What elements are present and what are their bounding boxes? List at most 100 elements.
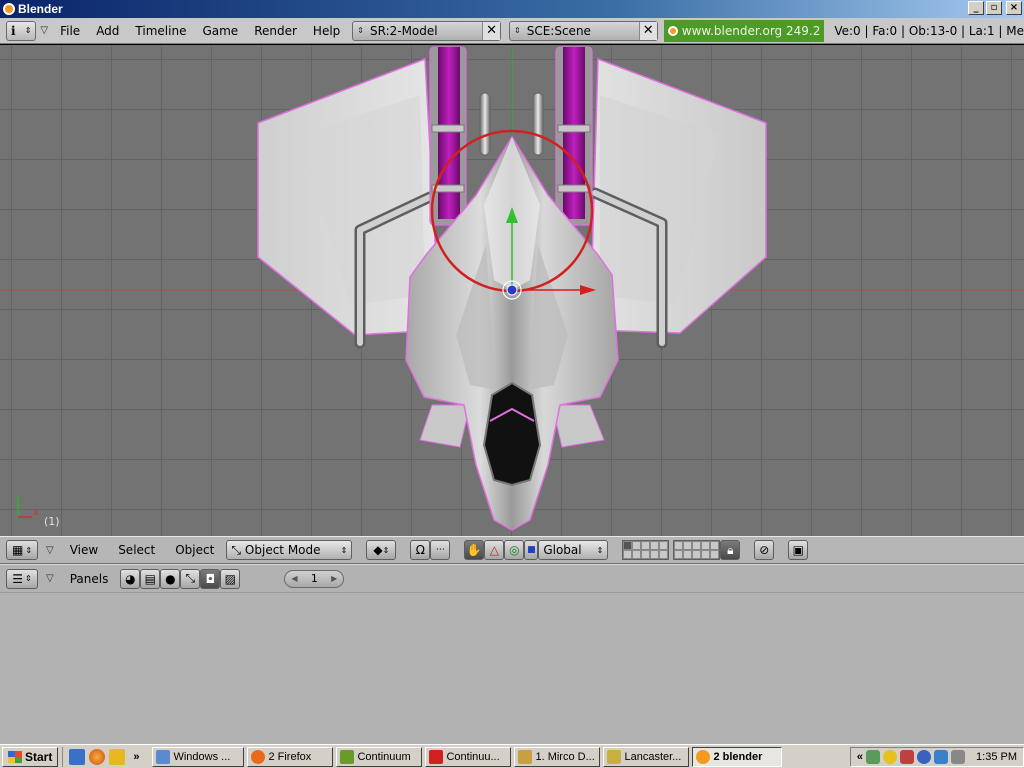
show-desktop-icon[interactable] bbox=[69, 748, 86, 765]
layer-buttons-right[interactable] bbox=[673, 540, 721, 560]
task-label: Lancaster... bbox=[624, 750, 682, 763]
info-window-type-button[interactable]: i ⇕ bbox=[6, 20, 37, 41]
media-icon[interactable] bbox=[109, 748, 126, 765]
mode-dropdown[interactable]: ⤡ Object Mode ⇕ bbox=[226, 540, 353, 560]
frame-number-label: (1) bbox=[44, 515, 60, 528]
scene-selector[interactable]: ⇕ SCE:Scene ✕ bbox=[509, 20, 658, 41]
maximize-button[interactable]: ▫ bbox=[986, 1, 1002, 15]
frame-number-field[interactable]: ◀ 1 ▶ bbox=[284, 569, 345, 588]
chain-icon: ⊘ bbox=[759, 543, 770, 557]
view-type-button[interactable]: ▦ ⇕ bbox=[6, 540, 38, 560]
frame-prev-arrow[interactable]: ◀ bbox=[291, 574, 297, 583]
left-antenna bbox=[479, 92, 491, 156]
volume-icon[interactable] bbox=[951, 749, 966, 764]
windows-taskbar: Start » Windows ... 2 Firefox Continuum … bbox=[0, 744, 1024, 768]
magnet-icon: Ω bbox=[415, 543, 425, 557]
scene-name: SCE:Scene bbox=[526, 23, 591, 38]
task-mirco[interactable]: 1. Mirco D... bbox=[514, 746, 601, 767]
menu-game[interactable]: Game bbox=[194, 18, 246, 43]
task-continuum[interactable]: Continuum bbox=[336, 746, 423, 767]
axis-widget-x-label: x bbox=[33, 508, 39, 518]
translate-manipulator-button[interactable]: △ bbox=[484, 540, 505, 560]
task-windows[interactable]: Windows ... bbox=[152, 746, 245, 767]
object-context-button[interactable]: ⤡ bbox=[180, 568, 201, 589]
grid-icon: ▦ bbox=[11, 543, 24, 557]
orientation-dropdown[interactable]: Global ⇕ bbox=[538, 540, 609, 560]
layer-buttons-left[interactable] bbox=[622, 540, 670, 560]
3d-viewport[interactable]: x (1) bbox=[0, 45, 1024, 536]
info-icon: i bbox=[11, 23, 16, 38]
firefox-icon[interactable] bbox=[89, 748, 106, 765]
editing-context-button[interactable]: ◘ bbox=[200, 568, 221, 589]
collapse-menus-icon[interactable]: ▽ bbox=[42, 545, 58, 556]
monitor-icon[interactable] bbox=[934, 749, 949, 764]
panels-label: Panels bbox=[69, 571, 109, 586]
start-button[interactable]: Start bbox=[2, 746, 59, 767]
menu-view[interactable]: View bbox=[62, 537, 106, 563]
quick-launch-more[interactable]: » bbox=[129, 751, 143, 763]
menu-timeline[interactable]: Timeline bbox=[127, 18, 194, 43]
collapse-menus-icon[interactable]: ▽ bbox=[42, 573, 58, 584]
draw-type-dropdown[interactable]: ◆ ⇕ bbox=[366, 540, 397, 560]
window-title: Blender bbox=[18, 2, 63, 16]
buttons-header: ☰ ⇕ ▽ Panels ◕ ▤ ● ⤡ ◘ ▨ ◀ 1 ▶ bbox=[0, 565, 1024, 593]
updown-icon: ⇕ bbox=[357, 26, 364, 35]
frame-next-arrow[interactable]: ▶ bbox=[331, 574, 337, 583]
buttons-window-type-button[interactable]: ☰ ⇕ bbox=[6, 568, 38, 589]
snap-button[interactable]: ⋯ bbox=[430, 540, 451, 560]
updown-icon: ⇕ bbox=[514, 26, 521, 35]
menu-object[interactable]: Object bbox=[167, 537, 222, 563]
scale-manipulator-button[interactable]: ■ bbox=[524, 540, 539, 560]
window-titlebar: Blender _ ▫ × bbox=[0, 0, 1024, 18]
task-continuum-2[interactable]: Continuu... bbox=[425, 746, 512, 767]
close-button[interactable]: × bbox=[1006, 1, 1022, 15]
update-icon[interactable] bbox=[917, 749, 932, 764]
tray-expand[interactable]: « bbox=[857, 751, 863, 763]
right-engine-glow bbox=[563, 47, 585, 219]
render-preview-button[interactable]: ▣ bbox=[788, 540, 809, 560]
blender-logo-icon bbox=[667, 25, 678, 36]
messenger-icon[interactable] bbox=[883, 749, 898, 764]
logic-context-button[interactable]: ◕ bbox=[120, 568, 141, 589]
collapse-menus-icon[interactable]: ▽ bbox=[36, 25, 52, 36]
menu-help[interactable]: Help bbox=[305, 18, 348, 43]
pivot-button[interactable]: Ω bbox=[410, 540, 431, 560]
windows-logo-icon bbox=[8, 750, 22, 763]
delete-scene-icon[interactable]: ✕ bbox=[638, 21, 657, 40]
app-icon bbox=[429, 749, 444, 764]
shading-icon: ◆ bbox=[373, 543, 383, 557]
menu-add[interactable]: Add bbox=[88, 18, 127, 43]
orientation-label: Global bbox=[543, 543, 582, 557]
menu-select[interactable]: Select bbox=[110, 537, 163, 563]
link-scene-button[interactable]: ⊘ bbox=[754, 540, 775, 560]
website-link[interactable]: www.blender.org 249.2 bbox=[663, 19, 825, 42]
script-context-button[interactable]: ▤ bbox=[140, 568, 161, 589]
manipulator-toggle[interactable]: ✋ bbox=[464, 540, 485, 560]
mode-label: Object Mode bbox=[244, 543, 321, 557]
buttons-panel-area bbox=[0, 593, 1024, 745]
scene-context-button[interactable]: ▨ bbox=[220, 568, 241, 589]
cockpit bbox=[482, 381, 542, 487]
task-label: 2 blender bbox=[713, 750, 763, 763]
delete-screen-icon[interactable]: ✕ bbox=[482, 21, 501, 40]
task-label: Windows ... bbox=[173, 750, 231, 763]
menu-file[interactable]: File bbox=[52, 18, 88, 43]
screen-selector[interactable]: ⇕ SR:2-Model ✕ bbox=[352, 20, 502, 41]
shading-context-button[interactable]: ● bbox=[160, 568, 181, 589]
hand-icon: ✋ bbox=[466, 543, 482, 557]
minimize-button[interactable]: _ bbox=[968, 1, 984, 15]
network-icon[interactable] bbox=[866, 749, 881, 764]
sphere-icon: ● bbox=[165, 571, 176, 586]
task-label: Continuu... bbox=[446, 750, 500, 763]
scale-icon: ■ bbox=[527, 545, 536, 555]
list-icon: ☰ bbox=[12, 571, 24, 586]
left-engine-glow bbox=[438, 47, 460, 219]
clock: 1:35 PM bbox=[976, 750, 1017, 763]
task-blender[interactable]: 2 blender bbox=[692, 746, 783, 767]
menu-render[interactable]: Render bbox=[246, 18, 305, 43]
task-lancaster[interactable]: Lancaster... bbox=[603, 746, 690, 767]
lock-layers-button[interactable]: 🔒︎ bbox=[720, 540, 741, 560]
antivirus-icon[interactable] bbox=[900, 749, 915, 764]
task-firefox[interactable]: 2 Firefox bbox=[247, 746, 334, 767]
rotate-manipulator-button[interactable]: ◎ bbox=[504, 540, 525, 560]
